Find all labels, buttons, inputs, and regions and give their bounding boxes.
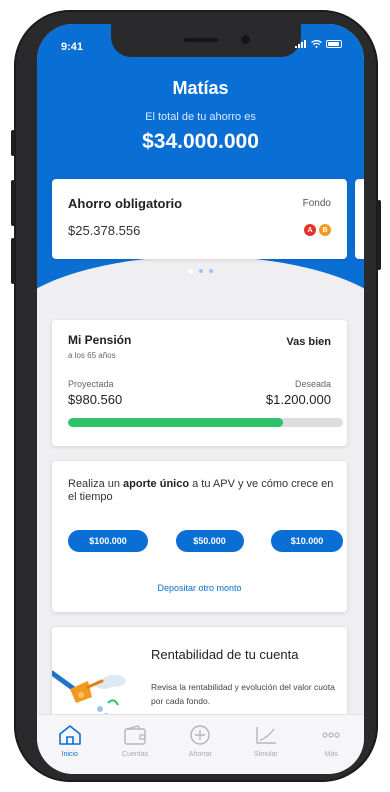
desired-value: $1.200.000 bbox=[265, 392, 331, 407]
amount-50000-button[interactable]: $50.000 bbox=[175, 530, 244, 552]
tab-label: Más bbox=[324, 751, 338, 758]
amount-100000-button[interactable]: $100.000 bbox=[68, 530, 148, 552]
mute-switch bbox=[11, 130, 15, 156]
total-savings-amount: $34.000.000 bbox=[142, 130, 259, 153]
savings-card-amount: $25.378.556 bbox=[68, 223, 141, 238]
tab-mas[interactable]: Más bbox=[305, 724, 357, 774]
apv-text-bold: aporte único bbox=[123, 478, 190, 490]
wallet-icon bbox=[122, 724, 148, 746]
pager-dot[interactable] bbox=[209, 269, 213, 273]
volume-up-button bbox=[11, 180, 15, 226]
tab-label: Ahorrar bbox=[188, 751, 213, 758]
projected-label: Proyectada bbox=[68, 379, 114, 389]
savings-card-title: Ahorro obligatorio bbox=[68, 196, 183, 211]
tab-inicio[interactable]: Inicio bbox=[44, 724, 96, 774]
apv-text-start: Realiza un bbox=[68, 478, 124, 490]
fund-badges: A B bbox=[304, 224, 331, 236]
returns-description: Revisa la rentabilidad y evolución del v… bbox=[151, 682, 335, 706]
plus-circle-icon bbox=[187, 724, 213, 746]
desired-label: Deseada bbox=[294, 379, 331, 389]
pager-dot[interactable] bbox=[188, 269, 193, 274]
status-icons bbox=[295, 40, 342, 48]
fund-badge-b: B bbox=[319, 224, 331, 236]
more-icon bbox=[318, 724, 344, 746]
signal-icon bbox=[295, 40, 306, 48]
pension-progress-fill bbox=[68, 418, 283, 427]
volume-down-button bbox=[11, 238, 15, 284]
total-savings-label: El total de tu ahorro es bbox=[145, 111, 256, 123]
amount-10000-button[interactable]: $10.000 bbox=[271, 530, 343, 552]
deposit-other-amount-link[interactable]: Depositar otro monto bbox=[52, 583, 347, 593]
savings-card[interactable]: Ahorro obligatorio $25.378.556 Fondo A B bbox=[52, 179, 347, 259]
returns-title: Rentabilidad de tu cuenta bbox=[151, 647, 299, 662]
speaker bbox=[184, 38, 218, 42]
wifi-icon bbox=[311, 40, 322, 48]
tab-label: Simular bbox=[253, 751, 278, 758]
fund-label: Fondo bbox=[302, 198, 331, 209]
pager-dot[interactable] bbox=[199, 269, 203, 273]
tab-cuentas[interactable]: Cuentas bbox=[109, 724, 161, 774]
user-name: Matías bbox=[172, 78, 229, 98]
projected-value: $980.560 bbox=[68, 392, 123, 407]
pension-status: Vas bien bbox=[286, 336, 331, 348]
app-screen: 9:41 Matías El total de tu ahorro es $34… bbox=[37, 24, 364, 774]
home-icon bbox=[57, 724, 83, 746]
tab-ahorrar[interactable]: Ahorrar bbox=[174, 724, 226, 774]
notch bbox=[111, 24, 301, 57]
tab-bar: Inicio Cuentas Ahorrar Simular Más bbox=[37, 714, 364, 774]
apv-description: Realiza un aporte único a tu APV y ve có… bbox=[68, 478, 338, 504]
pension-card[interactable]: Mi Pensión Vas bien a los 65 años Proyec… bbox=[52, 320, 347, 446]
tab-label: Cuentas bbox=[122, 751, 149, 758]
apv-card: Realiza un aporte único a tu APV y ve có… bbox=[52, 461, 347, 612]
status-time: 9:41 bbox=[61, 41, 84, 53]
chart-icon bbox=[253, 724, 279, 746]
pension-age-note: a los 65 años bbox=[68, 351, 116, 360]
fund-badge-a: A bbox=[304, 224, 316, 236]
apv-amount-buttons: $100.000 $50.000 $10.000 bbox=[68, 530, 343, 552]
pension-progress-bar bbox=[68, 418, 343, 427]
power-button bbox=[377, 200, 381, 270]
next-account-card-peek[interactable] bbox=[355, 179, 364, 259]
front-camera bbox=[241, 35, 250, 44]
pension-title: Mi Pensión bbox=[68, 333, 132, 347]
carousel-pager bbox=[37, 269, 364, 274]
tab-simular[interactable]: Simular bbox=[240, 724, 292, 774]
tab-label: Inicio bbox=[61, 751, 78, 758]
battery-icon bbox=[326, 40, 342, 48]
